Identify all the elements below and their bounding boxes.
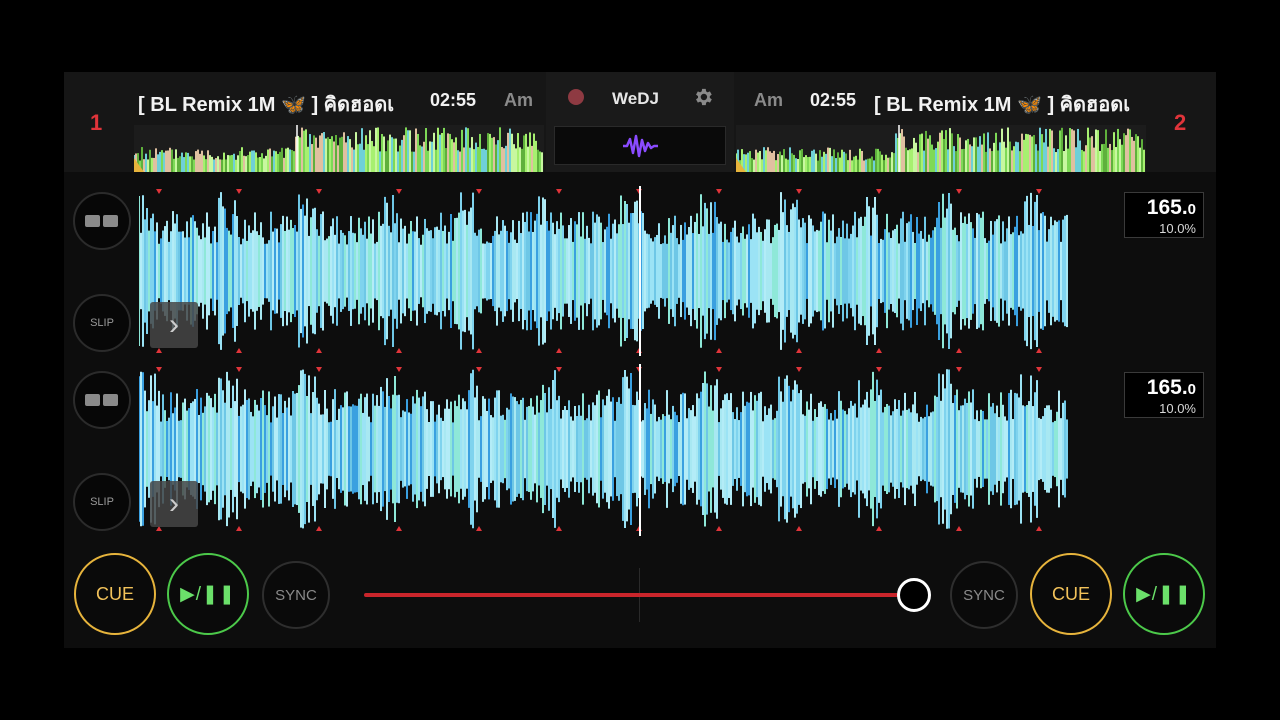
deck-1-number: 1 [90, 110, 103, 135]
beat-marker [396, 526, 402, 531]
deck-2-time: 02:55 [810, 90, 857, 110]
waveform-area: SLIP SLIP › › 165.0 10.0% 165.0 10.0% CU… [64, 172, 1216, 648]
deck-2-cue-button[interactable]: CUE [1030, 553, 1112, 635]
deck-1-sync-button[interactable]: SYNC [262, 561, 330, 629]
deck-1-key: Am [504, 90, 534, 110]
beat-marker [396, 189, 402, 194]
beat-marker [396, 367, 402, 372]
deck-1-bpm-display[interactable]: 165.0 10.0% [1124, 192, 1204, 238]
waveform-button[interactable] [554, 126, 726, 165]
deck-2-bpm-value: 165. [1146, 376, 1188, 399]
top-bar: 1 [ BL Remix 1M 🦋 ] คิดฮอดเ 02:55 Am WeD… [64, 72, 1216, 172]
crossfader-track[interactable] [364, 593, 914, 597]
beat-marker [1036, 189, 1042, 194]
beat-marker [316, 189, 322, 194]
beat-marker [556, 526, 562, 531]
beat-marker [156, 189, 162, 194]
beat-marker [156, 367, 162, 372]
beat-marker [476, 189, 482, 194]
wedj-app: 1 [ BL Remix 1M 🦋 ] คิดฮอดเ 02:55 Am WeD… [64, 72, 1216, 648]
deck-1-pitch: 10.0% [1159, 221, 1196, 236]
beat-marker [316, 367, 322, 372]
beat-marker [476, 526, 482, 531]
beat-marker [796, 348, 802, 353]
deck-2-track-title[interactable]: [ BL Remix 1M 🦋 ] คิดฮอดเ [874, 88, 1146, 120]
beat-marker [236, 526, 242, 531]
app-logo: WeDJ [612, 89, 659, 108]
beat-marker [796, 367, 802, 372]
beat-marker [1036, 526, 1042, 531]
deck-1-layout-button[interactable] [73, 192, 131, 250]
deck-1-bpm-decimal: 0 [1187, 201, 1196, 218]
record-icon[interactable] [568, 89, 584, 105]
deck-2-slip-button[interactable]: SLIP [73, 473, 131, 531]
crossfader-knob[interactable] [897, 578, 931, 612]
beat-marker [956, 526, 962, 531]
beat-marker [396, 348, 402, 353]
beat-marker [156, 348, 162, 353]
deck-1-track-title[interactable]: [ BL Remix 1M 🦋 ] คิดฮอดเ [138, 88, 403, 120]
beat-marker [316, 348, 322, 353]
deck-2-number: 2 [1174, 110, 1187, 135]
deck-1-play-pause-button[interactable]: ▶/❚❚ [167, 553, 249, 635]
deck-1-chevron-right-icon[interactable]: › [150, 302, 198, 348]
waveform-icon [623, 134, 658, 158]
deck-2-play-pause-button[interactable]: ▶/❚❚ [1123, 553, 1205, 635]
beat-marker [716, 367, 722, 372]
deck-2-bpm-decimal: 0 [1187, 381, 1196, 398]
beat-marker [236, 367, 242, 372]
beat-marker [876, 189, 882, 194]
deck-2-layout-button[interactable] [73, 371, 131, 429]
beat-marker [796, 189, 802, 194]
deck-2-pitch: 10.0% [1159, 401, 1196, 416]
beat-marker [956, 189, 962, 194]
deck-1-time: 02:55 [430, 90, 477, 110]
deck-2-slip-label: SLIP [90, 496, 114, 508]
deck-2-key: Am [754, 90, 784, 110]
deck-1-bpm-value: 165. [1146, 196, 1188, 219]
beat-marker [316, 526, 322, 531]
deck-1-slip-label: SLIP [90, 317, 114, 329]
beat-marker [1036, 348, 1042, 353]
beat-marker [236, 189, 242, 194]
beat-marker [876, 348, 882, 353]
center-panel: WeDJ [546, 72, 734, 172]
beat-marker [556, 189, 562, 194]
beat-marker [876, 367, 882, 372]
gear-icon[interactable] [692, 86, 714, 113]
beat-marker [716, 526, 722, 531]
deck-1-overview-waveform[interactable] [134, 125, 544, 172]
beat-marker [556, 348, 562, 353]
beat-marker [476, 348, 482, 353]
deck-2-overview-svg [736, 125, 1145, 172]
deck-1-playhead [639, 186, 641, 356]
beat-marker [476, 367, 482, 372]
deck-2-playhead [639, 364, 641, 536]
beat-marker [796, 526, 802, 531]
deck-2-bpm-display[interactable]: 165.0 10.0% [1124, 372, 1204, 418]
beat-marker [876, 526, 882, 531]
deck-1-cue-button[interactable]: CUE [74, 553, 156, 635]
deck-1-overview-svg [134, 125, 543, 172]
beat-marker [556, 367, 562, 372]
beat-marker [1036, 367, 1042, 372]
beat-marker [956, 367, 962, 372]
beat-marker [716, 189, 722, 194]
deck-2-chevron-right-icon[interactable]: › [150, 481, 198, 527]
beat-marker [236, 348, 242, 353]
deck-1-slip-button[interactable]: SLIP [73, 294, 131, 352]
beat-marker [716, 348, 722, 353]
beat-marker [956, 348, 962, 353]
deck-2-sync-button[interactable]: SYNC [950, 561, 1018, 629]
deck-2-overview-waveform[interactable] [736, 125, 1146, 172]
